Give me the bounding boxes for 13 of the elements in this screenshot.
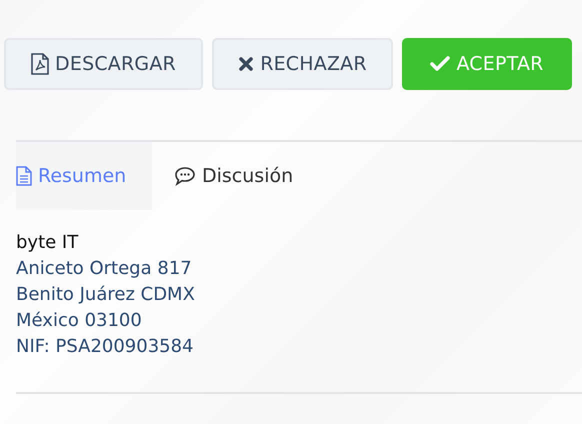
address-line: Benito Juárez CDMX [16,283,196,307]
document-icon [16,166,32,186]
pdf-file-icon [31,53,50,75]
company-name: byte IT [16,231,80,255]
address-line: México 03100 [16,309,143,333]
close-icon [238,56,254,72]
check-icon [430,56,450,72]
speech-bubble-icon [174,166,196,186]
download-button[interactable]: DESCARGAR [4,38,203,90]
address-line: NIF: PSA200903584 [16,335,195,359]
reject-button[interactable]: RECHAZAR [212,38,393,90]
tab[interactable]: Discusión [152,142,312,210]
address-line: Aniceto Ortega 817 [16,257,193,281]
